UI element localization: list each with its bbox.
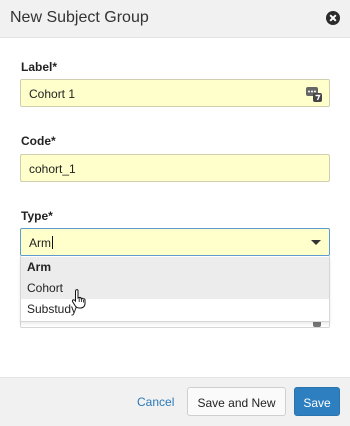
obscured-field-edge [20, 322, 330, 328]
keyboard-icon[interactable] [306, 85, 322, 102]
code-input[interactable]: cohort_1 [20, 154, 330, 182]
dialog-footer: Cancel Save and New Save [0, 377, 350, 426]
close-icon[interactable] [326, 11, 340, 25]
label-input-value: Cohort 1 [29, 87, 76, 101]
type-select[interactable]: Arm [20, 228, 330, 256]
label-input[interactable]: Cohort 1 [20, 79, 330, 107]
new-subject-group-dialog: New Subject Group Label* Cohort 1 Code* … [0, 0, 350, 426]
cancel-link[interactable]: Cancel [137, 395, 174, 409]
type-option-arm[interactable]: Arm [21, 257, 329, 278]
obscured-icon-edge [313, 322, 321, 327]
type-dropdown-menu: Arm Cohort Substudy [20, 256, 330, 322]
type-field-label: Type* [21, 209, 53, 223]
save-button[interactable]: Save [294, 387, 340, 416]
chevron-down-icon[interactable] [311, 240, 321, 245]
save-and-new-button[interactable]: Save and New [187, 387, 286, 416]
type-select-value: Arm [29, 236, 51, 250]
dialog-title: New Subject Group [10, 9, 149, 26]
hand-cursor-icon [71, 289, 86, 309]
type-option-substudy[interactable]: Substudy [21, 299, 329, 320]
code-input-value: cohort_1 [29, 162, 76, 176]
label-field-label: Label* [21, 60, 58, 74]
dialog-header: New Subject Group [0, 0, 350, 38]
text-caret [52, 236, 53, 249]
type-option-cohort[interactable]: Cohort [21, 278, 329, 299]
code-field-label: Code* [21, 134, 56, 148]
